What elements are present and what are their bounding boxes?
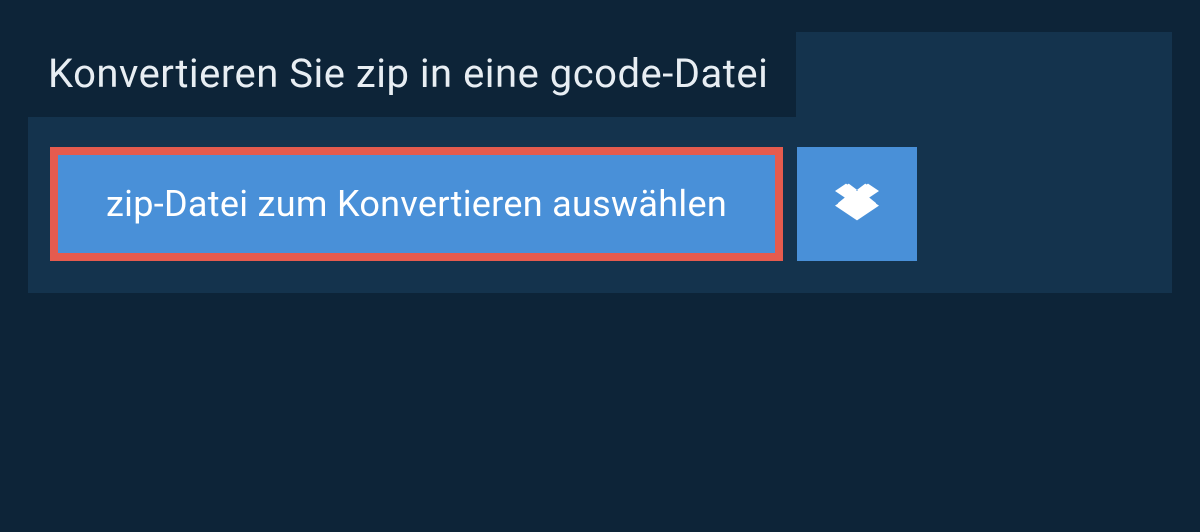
button-row: zip-Datei zum Konvertieren auswählen: [28, 117, 1172, 293]
select-file-button[interactable]: zip-Datei zum Konvertieren auswählen: [50, 147, 783, 261]
select-file-label: zip-Datei zum Konvertieren auswählen: [106, 183, 727, 225]
converter-panel: Konvertieren Sie zip in eine gcode-Datei…: [28, 32, 1172, 293]
dropbox-icon: [835, 180, 879, 228]
dropbox-button[interactable]: [797, 147, 917, 261]
page-title: Konvertieren Sie zip in eine gcode-Datei: [48, 50, 768, 97]
heading-wrapper: Konvertieren Sie zip in eine gcode-Datei: [28, 32, 796, 117]
